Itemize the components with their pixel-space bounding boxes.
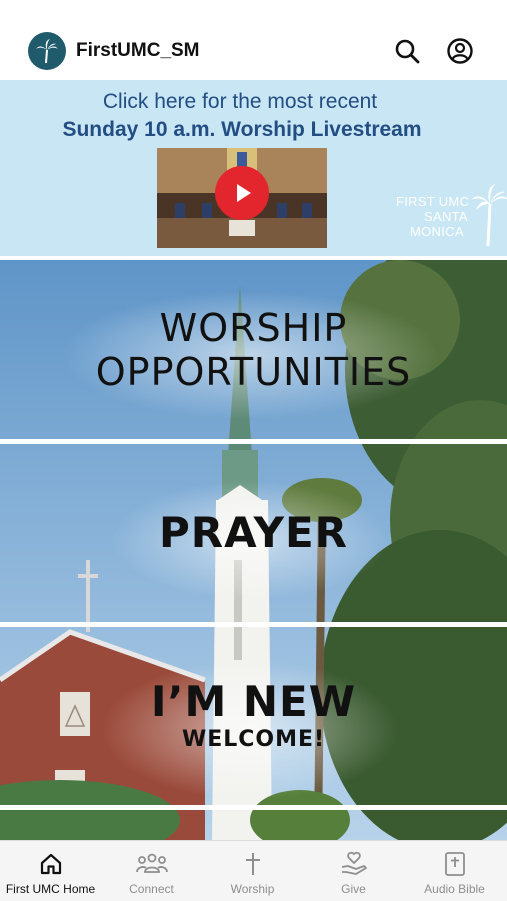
nav-item-worship[interactable]: Worship [202, 841, 303, 901]
tile-title: WORSHIP [159, 305, 348, 350]
tile-divider [0, 805, 507, 810]
nav-item-audio-bible[interactable]: Audio Bible [404, 841, 505, 901]
nav-item-home[interactable]: First UMC Home [0, 841, 101, 901]
tile-im-new[interactable]: I’M NEW WELCOME! [0, 627, 507, 805]
group-icon [135, 853, 168, 873]
banner-caption: Click here for the most recent [102, 90, 378, 113]
nav-item-connect[interactable]: Connect [101, 841, 202, 901]
search-button[interactable] [392, 36, 422, 66]
account-circle-icon [447, 38, 473, 64]
bottom-navigation: First UMC Home Connect Worship Give Audi… [0, 840, 507, 901]
tile-title-line2: OPPORTUNITIES [95, 349, 412, 394]
search-icon [395, 39, 420, 64]
bible-icon [444, 852, 465, 876]
tile-title: PRAYER [158, 508, 349, 557]
nav-label: First UMC Home [5, 882, 96, 896]
play-button[interactable] [215, 166, 269, 220]
video-thumbnail[interactable] [157, 148, 327, 248]
nav-label: Give [341, 882, 366, 896]
profile-button[interactable] [445, 36, 475, 66]
nav-label: Worship [230, 882, 275, 896]
livestream-banner[interactable]: Click here for the most recent Sunday 10… [0, 80, 507, 256]
app-header: FirstUMC_SM [0, 0, 507, 80]
home-icon [40, 853, 61, 875]
nav-label: Connect [129, 882, 174, 896]
app-title: FirstUMC_SM [76, 40, 200, 61]
church-brand-text: FIRST UMC SANTA MONICA [396, 194, 470, 239]
tile-title: I’M NEW [150, 677, 357, 726]
nav-label: Audio Bible [424, 882, 485, 896]
feature-tiles: WORSHIP OPPORTUNITIES PRAYER I’M NEW WEL… [0, 260, 507, 840]
tile-worship-opportunities[interactable]: WORSHIP OPPORTUNITIES [0, 260, 507, 439]
app-logo [28, 32, 66, 70]
tile-prayer[interactable]: PRAYER [0, 444, 507, 622]
nav-item-give[interactable]: Give [303, 841, 404, 901]
palm-tree-logo-icon [471, 184, 507, 247]
palm-tree-icon [36, 39, 58, 64]
tile-subtitle: WELCOME! [181, 727, 326, 752]
banner-title: Sunday 10 a.m. Worship Livestream [62, 118, 422, 141]
play-icon [237, 184, 251, 202]
give-hand-icon [341, 851, 367, 875]
cross-icon [245, 853, 260, 875]
